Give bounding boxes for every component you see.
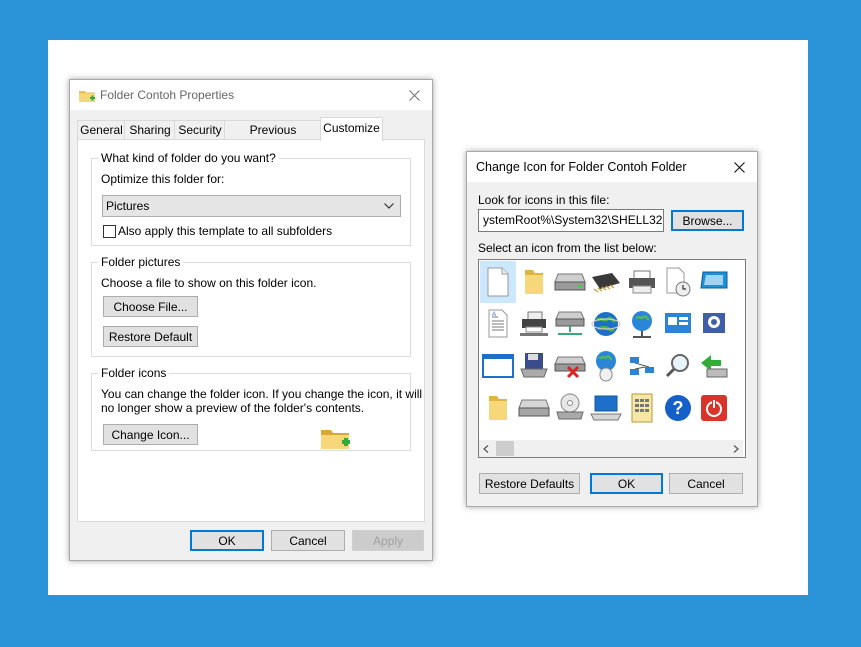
close-button[interactable] <box>402 83 426 107</box>
folder-icon[interactable] <box>516 261 552 303</box>
cancel-button[interactable]: Cancel <box>669 473 743 494</box>
scroll-thumb[interactable] <box>496 441 514 456</box>
tab-customize[interactable]: Customize <box>320 117 383 141</box>
green-arrow-icon[interactable] <box>696 345 732 387</box>
globe-icon[interactable] <box>588 303 624 345</box>
cancel-button[interactable]: Cancel <box>271 530 345 551</box>
select-icon-label: Select an icon from the list below: <box>478 241 657 255</box>
group-legend: Folder icons <box>98 366 170 380</box>
change-icon-button[interactable]: Change Icon... <box>103 424 198 445</box>
memory-chip-icon[interactable] <box>588 261 624 303</box>
restore-defaults-button[interactable]: Restore Defaults <box>479 473 580 494</box>
drive-gray-icon[interactable] <box>516 387 552 429</box>
icons-desc-line2: no longer show a preview of the folder's… <box>101 401 365 415</box>
floppy-drive-icon[interactable] <box>516 345 552 387</box>
blank-document-icon[interactable] <box>480 261 516 303</box>
network-icon[interactable] <box>624 345 660 387</box>
close-icon <box>408 89 420 101</box>
close-button[interactable] <box>727 155 751 179</box>
scroll-right-icon[interactable] <box>733 445 739 453</box>
window-icon[interactable] <box>480 345 516 387</box>
partial-icon <box>732 387 745 429</box>
network-drive-icon[interactable] <box>552 303 588 345</box>
group-legend: Folder pictures <box>98 255 184 269</box>
icon-list[interactable]: A ? <box>478 259 746 458</box>
pictures-desc: Choose a file to show on this folder ico… <box>101 276 317 290</box>
text-document-icon[interactable]: A <box>480 303 516 345</box>
tab-label: Customize <box>323 121 380 135</box>
icon-file-value: ystemRoot%\System32\SHELL32.dll <box>483 213 664 227</box>
svg-text:?: ? <box>673 398 684 418</box>
partial-icon <box>732 261 745 303</box>
svg-text:A: A <box>492 312 496 318</box>
choose-file-button[interactable]: Choose File... <box>103 296 198 317</box>
network-globe-icon[interactable] <box>624 303 660 345</box>
folder-type-group: What kind of folder do you want? Optimiz… <box>91 151 411 246</box>
tab-label: General <box>80 123 123 137</box>
group-legend: What kind of folder do you want? <box>98 151 279 165</box>
folder-icons-group: Folder icons You can change the folder i… <box>91 366 422 451</box>
scroll-left-icon[interactable] <box>483 445 489 453</box>
look-for-label: Look for icons in this file: <box>478 193 610 207</box>
close-icon <box>733 161 745 173</box>
keypad-document-icon[interactable] <box>624 387 660 429</box>
disconnected-drive-icon[interactable] <box>552 345 588 387</box>
shortcut-app-icon[interactable] <box>696 303 732 345</box>
cd-drive-icon[interactable] <box>552 387 588 429</box>
customize-tab-page: What kind of folder do you want? Optimiz… <box>77 139 425 522</box>
partial-icon <box>732 303 745 345</box>
apply-button[interactable]: Apply <box>352 530 424 551</box>
restore-default-button[interactable]: Restore Default <box>103 326 198 347</box>
power-icon[interactable] <box>696 387 732 429</box>
ok-button[interactable]: OK <box>190 530 264 551</box>
optimize-label: Optimize this folder for: <box>101 172 225 186</box>
computer-icon[interactable] <box>588 387 624 429</box>
display-icon[interactable] <box>696 261 732 303</box>
partial-icon <box>732 345 745 387</box>
optimize-dropdown[interactable]: Pictures <box>102 195 401 217</box>
browse-button[interactable]: Browse... <box>671 210 744 231</box>
tab-sharing[interactable]: Sharing <box>124 120 176 140</box>
tab-previous-versions[interactable]: Previous Versions <box>224 120 322 155</box>
folder-preview-icon <box>320 426 352 455</box>
document-clock-icon[interactable] <box>660 261 696 303</box>
apply-all-checkbox[interactable] <box>103 225 116 238</box>
window-title: Folder Contoh Properties <box>100 88 235 102</box>
ok-button[interactable]: OK <box>590 473 663 494</box>
search-icon[interactable] <box>660 345 696 387</box>
change-icon-title-bar: Change Icon for Folder Contoh Folder <box>467 152 757 182</box>
control-panel-icon[interactable] <box>660 303 696 345</box>
change-icon-dialog: Change Icon for Folder Contoh Folder Loo… <box>466 151 758 507</box>
folder-pictures-group: Folder pictures Choose a file to show on… <box>91 255 411 357</box>
tab-label: Security <box>178 123 222 137</box>
icon-file-input[interactable]: ystemRoot%\System32\SHELL32.dll <box>478 209 664 232</box>
dropdown-value: Pictures <box>106 199 150 213</box>
chevron-down-icon <box>384 203 394 209</box>
dialog-title: Change Icon for Folder Contoh Folder <box>476 160 687 174</box>
icons-desc-line1: You can change the folder icon. If you c… <box>101 387 423 401</box>
printer-icon[interactable] <box>624 261 660 303</box>
drive-icon[interactable] <box>552 261 588 303</box>
printer-network-icon[interactable] <box>516 303 552 345</box>
tab-general[interactable]: General <box>77 120 126 140</box>
properties-title-bar: Folder Contoh Properties <box>70 80 432 110</box>
mouse-globe-icon[interactable] <box>588 345 624 387</box>
folder-open-icon[interactable] <box>480 387 516 429</box>
tab-label: Sharing <box>129 123 171 137</box>
help-icon[interactable]: ? <box>660 387 696 429</box>
apply-all-label: Also apply this template to all subfolde… <box>118 224 333 238</box>
tab-security[interactable]: Security <box>174 120 226 140</box>
horizontal-scrollbar[interactable] <box>479 440 743 457</box>
folder-properties-window: Folder Contoh Properties General Sharing… <box>69 79 433 561</box>
folder-icon <box>79 89 95 105</box>
